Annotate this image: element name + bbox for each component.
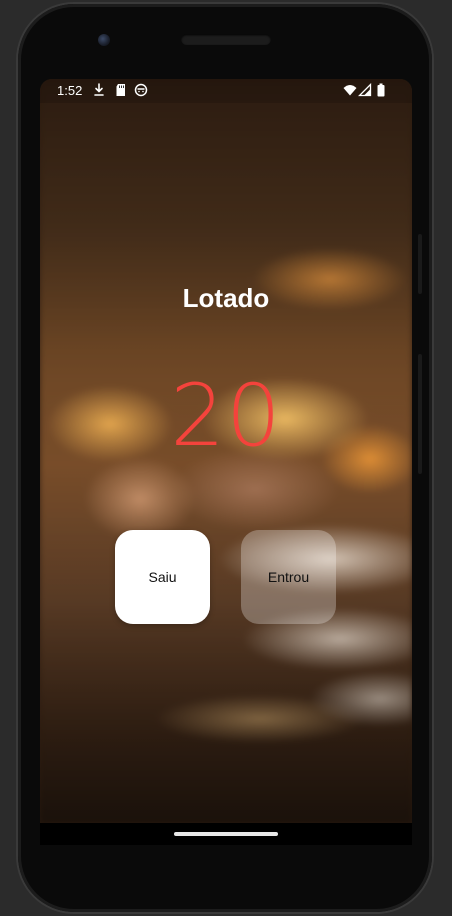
- status-bar: 1:52: [40, 79, 412, 103]
- entrou-button[interactable]: Entrou: [241, 530, 336, 624]
- earpiece-speaker: [181, 34, 271, 45]
- saiu-button[interactable]: Saiu: [115, 530, 210, 624]
- face-circle-icon: [134, 83, 148, 97]
- front-camera-icon: [98, 34, 110, 46]
- occupancy-status-title: Lotado: [182, 283, 270, 313]
- signal-icon: [358, 83, 372, 97]
- app-screen: 1:52 Lotado 20 Saiu Entrou: [40, 79, 412, 823]
- people-counter: 20: [170, 366, 282, 466]
- download-icon: [92, 83, 106, 97]
- power-button: [418, 354, 422, 474]
- status-time: 1:52: [57, 83, 83, 98]
- home-gesture-handle[interactable]: [174, 832, 278, 836]
- battery-icon: [374, 83, 388, 97]
- wifi-icon: [343, 83, 357, 97]
- sd-card-icon: [114, 83, 128, 97]
- volume-button: [418, 234, 422, 294]
